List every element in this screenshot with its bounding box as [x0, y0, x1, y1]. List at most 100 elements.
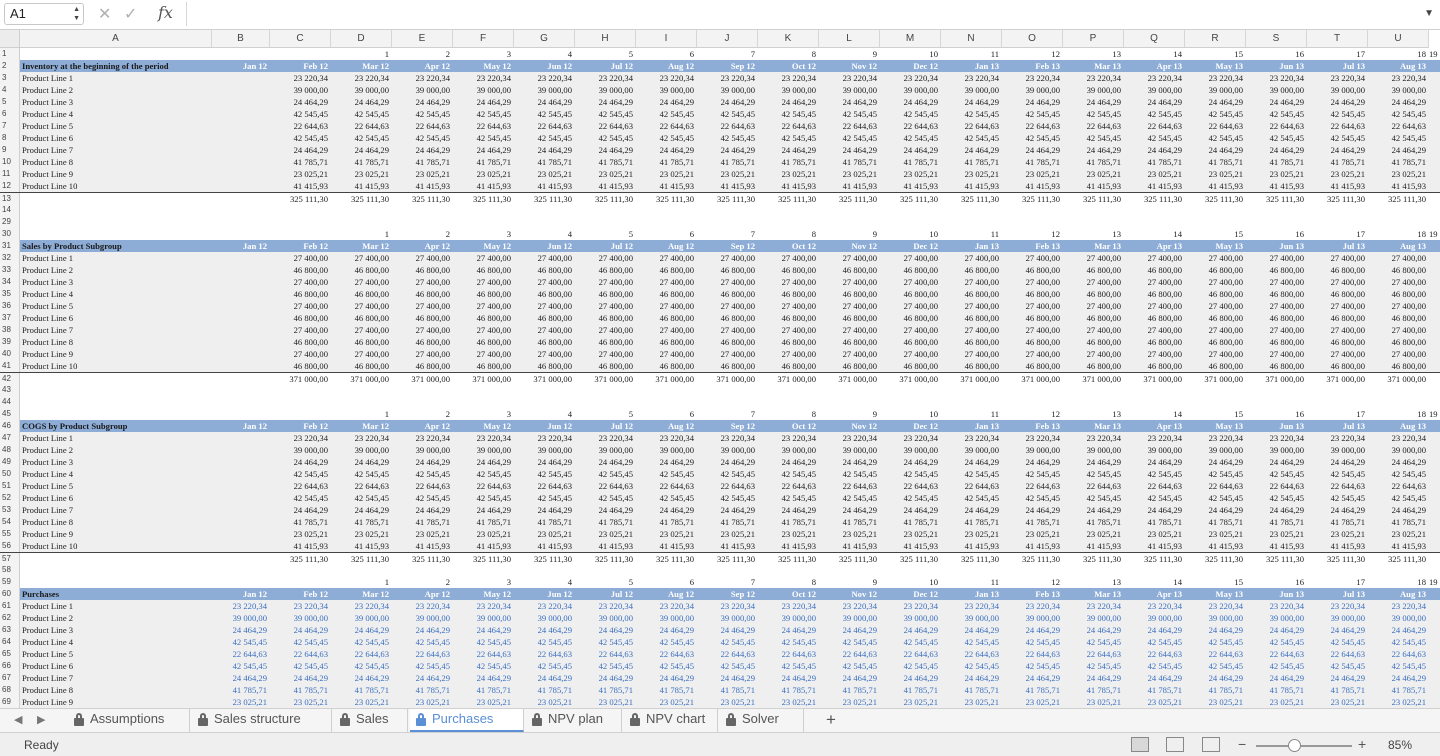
zoom-slider[interactable]	[1256, 745, 1352, 747]
value-cell[interactable]: 42 545,45	[331, 468, 392, 480]
month-header-cell[interactable]: Aug 13	[1368, 420, 1429, 432]
value-cell[interactable]: 46 800,00	[1368, 312, 1429, 324]
value-cell[interactable]: 46 800,00	[880, 264, 941, 276]
value-cell[interactable]: 27 400,00	[941, 252, 1002, 264]
value-cell[interactable]: 41 415,93	[1124, 180, 1185, 192]
month-header-cell[interactable]: Jun 13	[1246, 588, 1307, 600]
month-header-cell[interactable]: Feb 13	[1002, 420, 1063, 432]
value-cell[interactable]: 24 464,29	[1185, 624, 1246, 636]
value-cell[interactable]: 41 785,71	[1246, 684, 1307, 696]
product-line-cell[interactable]: Product Line 6	[20, 132, 212, 144]
value-cell[interactable]: 24 464,29	[212, 672, 270, 684]
value-cell[interactable]: 41 785,71	[819, 684, 880, 696]
value-cell[interactable]: 42 545,45	[1307, 636, 1368, 648]
value-cell[interactable]: 27 400,00	[1185, 276, 1246, 288]
value-cell[interactable]: 24 464,29	[819, 624, 880, 636]
row-number[interactable]: 62	[0, 612, 20, 624]
value-cell[interactable]: 22 644,63	[697, 120, 758, 132]
value-cell[interactable]: 22 644,63	[758, 480, 819, 492]
month-header-cell[interactable]: Jul 12	[575, 588, 636, 600]
product-line-cell[interactable]: Product Line 7	[20, 144, 212, 156]
value-cell[interactable]: 24 464,29	[1246, 504, 1307, 516]
value-cell[interactable]: 39 000,00	[392, 84, 453, 96]
value-cell[interactable]: 46 800,00	[1307, 360, 1368, 372]
row-number[interactable]: 69	[0, 696, 20, 708]
value-cell[interactable]: 27 400,00	[697, 324, 758, 336]
value-cell[interactable]: 24 464,29	[1246, 624, 1307, 636]
product-line-cell[interactable]: Product Line 8	[20, 516, 212, 528]
value-cell[interactable]: 41 785,71	[270, 684, 331, 696]
value-cell[interactable]: 39 000,00	[270, 444, 331, 456]
value-cell[interactable]: 42 545,45	[392, 132, 453, 144]
value-cell[interactable]: 24 464,29	[1002, 456, 1063, 468]
value-cell[interactable]: 27 400,00	[453, 324, 514, 336]
value-cell[interactable]: 46 800,00	[880, 312, 941, 324]
value-cell[interactable]: 39 000,00	[636, 612, 697, 624]
value-cell[interactable]: 46 800,00	[636, 336, 697, 348]
value-cell[interactable]: 23 220,34	[697, 432, 758, 444]
value-cell[interactable]: 42 545,45	[697, 636, 758, 648]
month-header-cell[interactable]: Feb 12	[270, 240, 331, 252]
row-number[interactable]: 35	[0, 288, 20, 300]
value-cell[interactable]: 22 644,63	[1246, 120, 1307, 132]
value-cell[interactable]: 41 415,93	[331, 180, 392, 192]
value-cell[interactable]: 27 400,00	[575, 300, 636, 312]
value-cell[interactable]: 39 000,00	[1368, 84, 1429, 96]
value-cell[interactable]: 42 545,45	[1368, 468, 1429, 480]
value-cell[interactable]: 23 025,21	[1063, 168, 1124, 180]
value-cell[interactable]: 41 785,71	[1246, 516, 1307, 528]
value-cell[interactable]: 39 000,00	[331, 84, 392, 96]
value-cell[interactable]: 22 644,63	[1185, 480, 1246, 492]
row-number[interactable]: 48	[0, 444, 20, 456]
month-header-cell[interactable]: Jan 13	[941, 420, 1002, 432]
value-cell[interactable]: 23 025,21	[1307, 696, 1368, 708]
value-cell[interactable]: 22 644,63	[331, 480, 392, 492]
value-cell[interactable]: 46 800,00	[1185, 336, 1246, 348]
month-header-cell[interactable]: May 12	[453, 60, 514, 72]
value-cell[interactable]: 24 464,29	[819, 144, 880, 156]
value-cell[interactable]: 46 800,00	[1063, 288, 1124, 300]
period-number-cell[interactable]: 2	[392, 576, 453, 588]
value-cell[interactable]: 24 464,29	[1002, 672, 1063, 684]
month-header-cell[interactable]: Jun 13	[1246, 240, 1307, 252]
month-header-cell[interactable]: Nov 12	[819, 588, 880, 600]
value-cell[interactable]: 27 400,00	[392, 276, 453, 288]
sheet-tab-assumptions[interactable]: Assumptions	[68, 709, 190, 732]
value-cell[interactable]: 24 464,29	[1368, 624, 1429, 636]
value-cell[interactable]: 24 464,29	[453, 672, 514, 684]
row-number[interactable]: 63	[0, 624, 20, 636]
product-line-cell[interactable]: Product Line 3	[20, 276, 212, 288]
value-cell[interactable]: 27 400,00	[1063, 276, 1124, 288]
month-header-cell[interactable]: Nov 12	[819, 60, 880, 72]
sheet-tab-solver[interactable]: Solver	[720, 709, 804, 732]
month-header-cell[interactable]: Oct 12	[758, 588, 819, 600]
value-cell[interactable]: 46 800,00	[1124, 288, 1185, 300]
value-cell[interactable]: 24 464,29	[575, 624, 636, 636]
value-cell[interactable]: 23 025,21	[1063, 696, 1124, 708]
value-cell[interactable]: 23 220,34	[270, 432, 331, 444]
period-number-cell[interactable]: 5	[575, 408, 636, 420]
value-cell[interactable]: 46 800,00	[758, 336, 819, 348]
value-cell[interactable]: 41 415,93	[941, 180, 1002, 192]
value-cell[interactable]: 39 000,00	[941, 444, 1002, 456]
value-cell[interactable]: 42 545,45	[575, 636, 636, 648]
sheet-tab-purchases[interactable]: Purchases	[410, 709, 524, 732]
row-number[interactable]: 49	[0, 456, 20, 468]
column-header-k[interactable]: K	[758, 30, 819, 48]
value-cell[interactable]: 42 545,45	[1002, 132, 1063, 144]
value-cell[interactable]: 27 400,00	[1063, 252, 1124, 264]
value-cell[interactable]: 23 025,21	[1002, 528, 1063, 540]
value-cell[interactable]: 42 545,45	[453, 660, 514, 672]
value-cell[interactable]: 46 800,00	[575, 288, 636, 300]
month-header-cell[interactable]: Dec 12	[880, 240, 941, 252]
value-cell[interactable]: 42 545,45	[636, 492, 697, 504]
value-cell[interactable]: 42 545,45	[819, 660, 880, 672]
sheet-tab-sales[interactable]: Sales	[334, 709, 408, 732]
value-cell[interactable]: 39 000,00	[514, 444, 575, 456]
value-cell[interactable]: 42 545,45	[819, 132, 880, 144]
value-cell[interactable]: 22 644,63	[453, 648, 514, 660]
value-cell[interactable]: 27 400,00	[1368, 252, 1429, 264]
month-header-cell[interactable]: Sep 12	[697, 240, 758, 252]
value-cell[interactable]: 24 464,29	[270, 672, 331, 684]
value-cell[interactable]: 27 400,00	[453, 300, 514, 312]
